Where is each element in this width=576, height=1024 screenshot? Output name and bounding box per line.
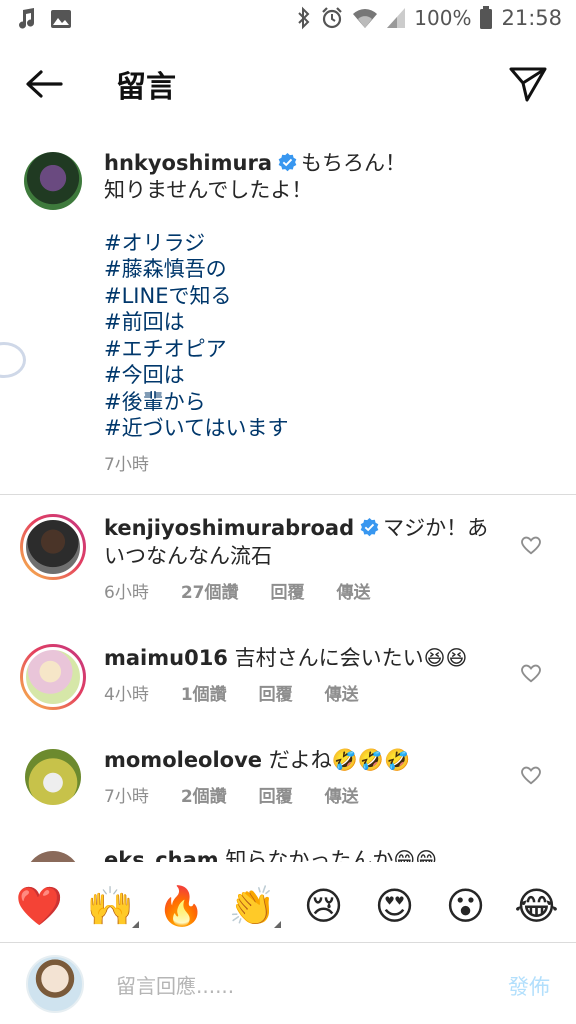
share-button[interactable] — [506, 62, 550, 106]
emoji-fire-button[interactable]: 🔥 — [152, 882, 212, 930]
music-note-icon — [16, 8, 36, 34]
divider — [0, 494, 576, 495]
comment-username[interactable]: momoleolove — [104, 748, 262, 772]
emoji-heart-button[interactable]: ❤️ — [10, 882, 70, 930]
hashtag-link[interactable]: #後輩から — [104, 389, 544, 416]
like-count[interactable]: 2個讚 — [181, 782, 227, 807]
comment-body: だよね🤣🤣🤣 — [268, 748, 411, 772]
comment-username[interactable]: maimu016 — [104, 646, 228, 670]
emoji-crying-button[interactable]: 😢 — [294, 882, 354, 930]
send-button[interactable]: 傳送 — [325, 680, 359, 705]
emoji-raising-hands-button[interactable]: 🙌 — [81, 882, 141, 930]
comment-username[interactable]: kenjiyoshimurabroad — [104, 516, 354, 540]
emoji-heart-eyes-button[interactable]: 😍 — [365, 882, 425, 930]
caption-username[interactable]: hnkyoshimura — [104, 151, 272, 175]
avatar — [23, 647, 83, 707]
comment-timestamp: 6小時 — [104, 583, 149, 603]
emoji-clapping-button[interactable]: 👏 — [223, 882, 283, 930]
signal-icon — [386, 7, 406, 29]
avatar[interactable] — [24, 152, 82, 210]
hashtag-link[interactable]: #LINEで知る — [104, 283, 544, 310]
emoji-row: ❤️ 🙌 🔥 👏 😢 😍 😮 😂 — [0, 878, 576, 934]
reply-button[interactable]: 回覆 — [259, 680, 293, 705]
wifi-icon — [352, 7, 378, 29]
comment-timestamp: 7小時 — [104, 787, 149, 807]
caption-text: hnkyoshimura もちろん！ 知りませんでしたよ！ #オリラジ #藤森慎吾… — [104, 150, 544, 442]
hashtag-link[interactable]: #エチオピア — [104, 336, 544, 363]
page-title: 留言 — [116, 70, 176, 105]
caption-line: 知りませんでしたよ！ — [104, 177, 313, 202]
skin-tone-indicator — [273, 921, 281, 928]
heart-icon[interactable] — [520, 764, 542, 786]
like-count[interactable]: 27個讚 — [181, 578, 239, 603]
post-caption: hnkyoshimura もちろん！ 知りませんでしたよ！ #オリラジ #藤森慎吾… — [0, 130, 576, 494]
emoji-glyph: 🙌 — [86, 884, 135, 928]
emoji-surprised-button[interactable]: 😮 — [436, 882, 496, 930]
send-button[interactable]: 傳送 — [337, 578, 371, 603]
header: 留言 — [0, 40, 576, 126]
comment-composer: 發佈 — [0, 943, 576, 1024]
like-count[interactable]: 1個讚 — [181, 680, 227, 705]
avatar — [23, 517, 83, 577]
hashtag-link[interactable]: #近づいてはいます — [104, 415, 544, 442]
battery-percent: 100% — [414, 6, 472, 30]
hashtag-link[interactable]: #オリラジ — [104, 230, 544, 257]
comment-meta: 4小時 1個讚 回覆 傳送 — [104, 680, 391, 705]
avatar-story-ring[interactable] — [20, 514, 86, 580]
hashtag-link[interactable]: #藤森慎吾の — [104, 256, 544, 283]
skin-tone-indicator — [131, 921, 139, 928]
bluetooth-icon — [296, 6, 312, 30]
verified-badge-icon — [360, 518, 379, 537]
avatar — [25, 749, 81, 805]
comment-text: kenjiyoshimurabroad マジか！あいつなんなん流石 — [104, 514, 494, 570]
status-bar: 100% 21:58 — [0, 0, 576, 40]
comment-text: maimu016 吉村さんに会いたい😆😆 — [104, 644, 494, 672]
comment-meta: 7小時 2個讚 回覆 傳送 — [104, 782, 391, 807]
clock-time: 21:58 — [501, 6, 562, 30]
alarm-icon — [320, 6, 344, 30]
avatar-story-ring[interactable] — [20, 644, 86, 710]
comment-timestamp: 4小時 — [104, 685, 149, 705]
loading-spinner — [0, 342, 26, 378]
avatar-wrap[interactable] — [20, 744, 86, 810]
image-icon — [50, 9, 72, 33]
post-button[interactable]: 發佈 — [508, 971, 550, 1001]
battery-icon — [479, 6, 493, 30]
avatar — [26, 955, 84, 1013]
reply-button[interactable]: 回覆 — [271, 578, 305, 603]
hashtag-link[interactable]: #前回は — [104, 309, 544, 336]
send-button[interactable]: 傳送 — [325, 782, 359, 807]
comment-text: momoleolove だよね🤣🤣🤣 — [104, 746, 494, 774]
emoji-glyph: 👏 — [228, 884, 277, 928]
caption-line: もちろん！ — [301, 151, 406, 175]
caption-timestamp: 7小時 — [104, 455, 149, 475]
back-button[interactable] — [22, 64, 66, 104]
verified-badge-icon — [278, 153, 297, 172]
reply-button[interactable]: 回覆 — [259, 782, 293, 807]
emoji-laughing-tears-button[interactable]: 😂 — [507, 882, 567, 930]
arrow-left-icon — [26, 70, 63, 98]
comment-meta: 6小時 27個讚 回覆 傳送 — [104, 578, 403, 603]
heart-icon[interactable] — [520, 662, 542, 684]
paper-plane-icon — [509, 67, 547, 102]
comment-body: 吉村さんに会いたい😆😆 — [234, 646, 468, 670]
comment-input[interactable] — [116, 969, 476, 1003]
heart-icon[interactable] — [520, 534, 542, 556]
hashtag-link[interactable]: #今回は — [104, 362, 544, 389]
